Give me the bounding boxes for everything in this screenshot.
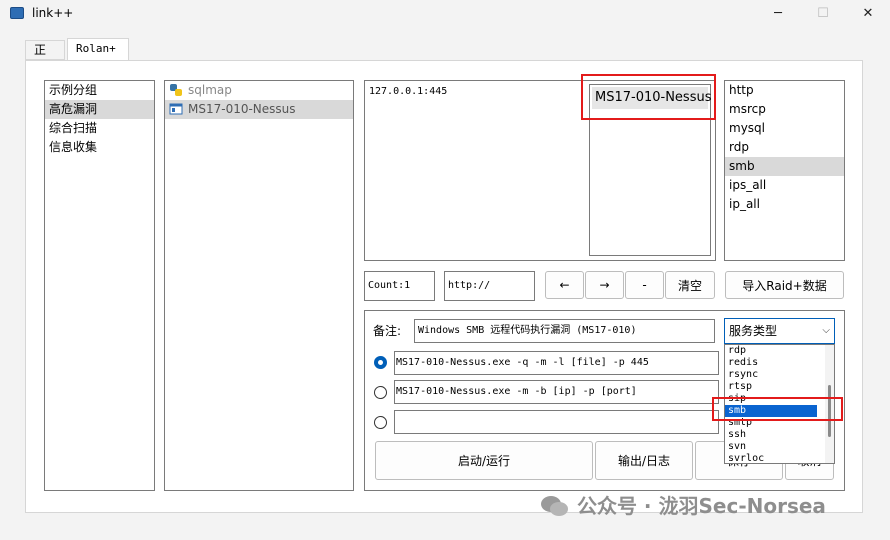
app-icon [10,7,24,19]
service-item[interactable]: msrcp [725,100,844,119]
command-radio-3[interactable] [374,416,387,429]
window-title: link++ [32,6,74,20]
import-raid-button[interactable]: 导入Raid+数据 [725,271,844,299]
output-log-button[interactable]: 输出/日志 [595,441,693,480]
prefix-field[interactable]: http:// [444,271,535,301]
dropdown-option[interactable]: svrloc [725,453,834,463]
command-radio-1[interactable] [374,356,387,369]
tab-regex[interactable]: 正则 [25,40,65,76]
category-item-selected[interactable]: 高危漏洞 [45,100,154,119]
watermark-text: 公众号 · 泷羽Sec-Norsea [576,494,826,518]
chevron-down-icon: ⌵ [822,325,830,336]
dropdown-option[interactable]: rdp [725,345,834,357]
service-type-label: 服务类型 [729,324,778,338]
highlight-box [712,397,843,421]
service-item[interactable]: mysql [725,119,844,138]
category-list[interactable]: 示例分组 高危漏洞 综合扫描 信息收集 [44,80,155,491]
service-item[interactable]: ip_all [725,195,844,214]
dropdown-option[interactable]: rtsp [725,381,834,393]
service-item[interactable]: http [725,81,844,100]
count-field: Count:1 [364,271,435,301]
run-button[interactable]: 启动/运行 [375,441,593,480]
left-arrow-button[interactable]: ← [545,271,584,299]
note-input[interactable]: Windows SMB 远程代码执行漏洞 (MS17-010) [414,319,715,343]
command-input-1[interactable]: MS17-010-Nessus.exe -q -m -l [file] -p 4… [394,351,719,375]
remove-button[interactable]: - [625,271,664,299]
category-item[interactable]: 信息收集 [45,138,154,157]
service-type-combo[interactable]: 服务类型 ⌵ [724,318,835,344]
python-icon [169,83,183,97]
service-item-selected[interactable]: smb [725,157,844,176]
command-radio-2[interactable] [374,386,387,399]
note-label: 备注: [373,324,402,338]
tool-item-label: sqlmap [188,83,232,97]
dropdown-option[interactable]: svn [725,441,834,453]
highlight-box [581,74,716,120]
dropdown-option[interactable]: redis [725,357,834,369]
service-item[interactable]: rdp [725,138,844,157]
clear-button[interactable]: 清空 [665,271,715,299]
command-input-3[interactable] [394,410,719,434]
title-bar: link++ ─ ☐ ✕ [0,0,890,30]
watermark: 公众号 · 泷羽Sec-Norsea [540,490,826,519]
dropdown-option[interactable]: rsync [725,369,834,381]
category-item[interactable]: 示例分组 [45,81,154,100]
tool-item[interactable]: sqlmap [165,81,353,100]
app-window-icon [169,102,183,116]
targets-text: 127.0.0.1:445 [369,86,448,97]
command-input-2[interactable]: MS17-010-Nessus.exe -m -b [ip] -p [port] [394,380,719,404]
tab-rolan[interactable]: Rolan+ [67,38,129,61]
minimize-button[interactable]: ─ [755,0,801,28]
tool-item-label: MS17-010-Nessus [188,102,296,116]
close-button[interactable]: ✕ [845,0,890,28]
right-arrow-button[interactable]: → [585,271,624,299]
tool-list[interactable]: sqlmap MS17-010-Nessus [164,80,354,491]
wechat-icon [540,495,570,517]
tool-item-selected[interactable]: MS17-010-Nessus [165,100,353,119]
category-item[interactable]: 综合扫描 [45,119,154,138]
service-item[interactable]: ips_all [725,176,844,195]
maximize-button[interactable]: ☐ [800,0,846,28]
dropdown-option[interactable]: ssh [725,429,834,441]
service-list[interactable]: http msrcp mysql rdp smb ips_all ip_all [724,80,845,261]
